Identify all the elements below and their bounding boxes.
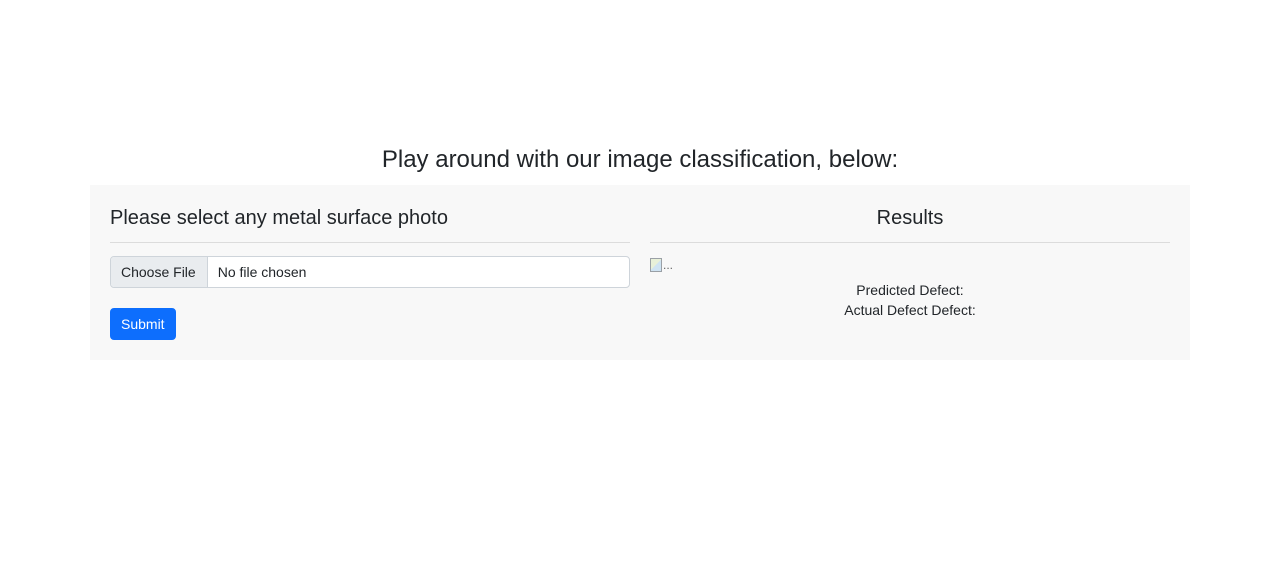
submit-button[interactable]: Submit: [110, 308, 176, 340]
file-input[interactable]: Choose File No file chosen: [110, 256, 630, 288]
file-status-text: No file chosen: [217, 264, 307, 280]
upload-divider: [110, 242, 630, 243]
broken-image-icon: [650, 258, 662, 272]
result-image: ...: [650, 258, 673, 272]
result-image-alt: ...: [663, 258, 674, 272]
results-divider: [650, 242, 1170, 243]
results-heading: Results: [876, 207, 944, 229]
choose-file-button[interactable]: Choose File: [111, 257, 208, 287]
actual-defect-label: Actual Defect Defect:: [844, 302, 976, 318]
classification-panel: Please select any metal surface photo Ch…: [90, 185, 1190, 360]
upload-heading: Please select any metal surface photo: [110, 207, 448, 229]
page-title: Play around with our image classificatio…: [381, 146, 899, 173]
result-text: Predicted Defect: Actual Defect Defect:: [650, 280, 1170, 320]
predicted-defect-label: Predicted Defect:: [856, 282, 964, 298]
